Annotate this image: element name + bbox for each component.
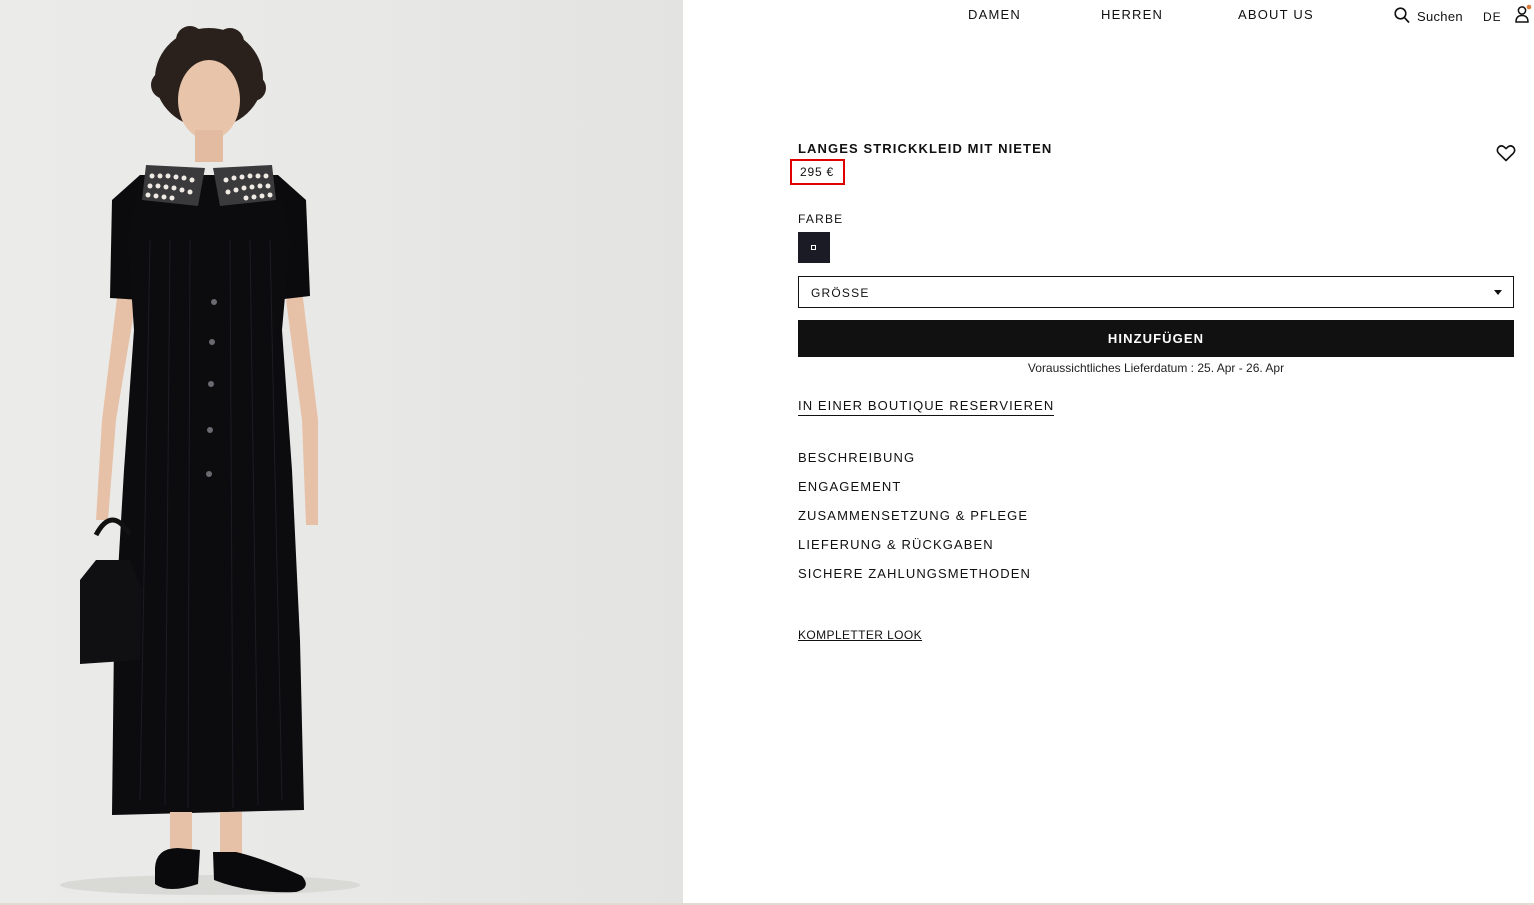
nav-damen[interactable]: DAMEN [968,7,1021,22]
accordion-zahlungsmethoden[interactable]: SICHERE ZAHLUNGSMETHODEN [798,566,1031,581]
price-highlight: 295 € [790,159,845,185]
wishlist-button[interactable] [1496,144,1516,162]
account-button[interactable] [1514,4,1532,24]
product-price: 295 € [800,165,835,179]
product-title: LANGES STRICKKLEID MIT NIETEN [798,141,1053,156]
search-label: Suchen [1417,9,1463,24]
nav-about-us[interactable]: ABOUT US [1238,7,1314,22]
size-select[interactable]: GRÖSSE [798,276,1514,308]
add-to-cart-button[interactable]: HINZUFÜGEN [798,320,1514,357]
user-icon [1515,4,1532,23]
heart-icon [1496,145,1516,162]
search-button[interactable]: Suchen [1394,6,1463,24]
selected-indicator [811,245,816,250]
caret-down-icon [1494,290,1502,295]
reserve-in-boutique-link[interactable]: IN EINER BOUTIQUE RESERVIEREN [798,398,1055,416]
product-image[interactable] [0,0,683,905]
product-page: DAMEN HERREN ABOUT US Suchen DE LANGES S… [0,0,1534,905]
color-label: FARBE [798,212,844,226]
color-swatch-black[interactable] [798,232,830,263]
complete-look-link[interactable]: KOMPLETTER LOOK [798,628,922,642]
search-icon [1394,6,1410,23]
size-select-label: GRÖSSE [811,286,870,300]
accordion-beschreibung[interactable]: BESCHREIBUNG [798,450,915,465]
accordion-lieferung-rueckgaben[interactable]: LIEFERUNG & RÜCKGABEN [798,537,994,552]
delivery-estimate: Voraussichtliches Lieferdatum : 25. Apr … [1027,361,1285,375]
accordion-engagement[interactable]: ENGAGEMENT [798,479,901,494]
product-photo [60,26,360,895]
language-selector[interactable]: DE [1483,10,1502,24]
nav-herren[interactable]: HERREN [1101,7,1163,22]
notification-dot [1526,4,1532,10]
accordion-zusammensetzung-pflege[interactable]: ZUSAMMENSETZUNG & PFLEGE [798,508,1028,523]
